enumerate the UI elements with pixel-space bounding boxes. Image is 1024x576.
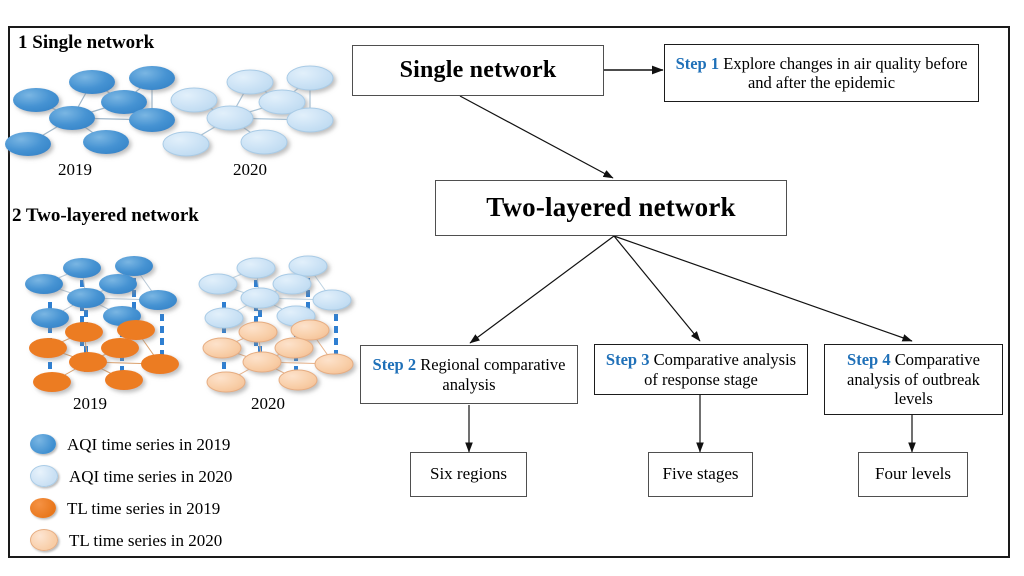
- box-single-network[interactable]: Single network: [352, 45, 604, 96]
- legend-item-aqi-2020: AQI time series in 2020: [30, 460, 232, 492]
- two-layered-network-2020-graph: [196, 250, 361, 398]
- step-1-label: Step 1: [675, 53, 720, 73]
- step-1-text: Explore changes in air quality before an…: [723, 53, 968, 92]
- result-four-levels-text: Four levels: [874, 464, 952, 484]
- legend-swatch-tl-2019: [30, 498, 56, 518]
- legend-item-tl-2020: TL time series in 2020: [30, 524, 232, 556]
- box-result-six-regions[interactable]: Six regions: [410, 452, 527, 497]
- step-3-label: Step 3: [605, 350, 650, 370]
- legend-label-tl-2020: TL time series in 2020: [69, 530, 223, 550]
- legend-swatch-aqi-2020: [30, 465, 58, 487]
- step-4-label: Step 4: [847, 350, 891, 370]
- box-step-2[interactable]: Step 2 Regional comparative analysis: [360, 345, 578, 404]
- box-step-3[interactable]: Step 3 Comparative analysis of response …: [594, 344, 808, 395]
- box-two-layered-network[interactable]: Two-layered network: [435, 180, 787, 236]
- box-two-layered-network-title: Two-layered network: [486, 192, 736, 223]
- legend-item-aqi-2019: AQI time series in 2019: [30, 428, 232, 460]
- two-layered-network-2019-graph: [22, 250, 187, 398]
- box-single-network-title: Single network: [399, 57, 557, 84]
- result-five-stages-text: Five stages: [662, 464, 739, 484]
- result-six-regions-text: Six regions: [430, 464, 507, 484]
- box-result-five-stages[interactable]: Five stages: [648, 452, 753, 497]
- box-step-1[interactable]: Step 1 Explore changes in air quality be…: [664, 44, 979, 102]
- year-label-layered-2020: 2020: [251, 394, 285, 413]
- legend-item-tl-2019: TL time series in 2019: [30, 492, 232, 524]
- step-2-text: Regional comparative analysis: [420, 355, 566, 394]
- legend-label-tl-2019: TL time series in 2019: [67, 498, 221, 518]
- legend-label-aqi-2020: AQI time series in 2020: [69, 466, 233, 486]
- step-2-label: Step 2: [372, 355, 417, 375]
- single-network-2019-graph: [5, 58, 184, 163]
- year-label-layered-2019: 2019: [73, 394, 107, 413]
- year-label-single-2019: 2019: [58, 160, 92, 179]
- year-label-single-2020: 2020: [233, 160, 267, 179]
- legend-swatch-aqi-2019: [30, 434, 56, 454]
- legend-swatch-tl-2020: [30, 529, 58, 551]
- legend-label-aqi-2019: AQI time series in 2019: [67, 434, 231, 454]
- box-step-4[interactable]: Step 4 Comparative analysis of outbreak …: [824, 344, 1003, 415]
- panel-title-two-layered-network: 2 Two-layered network: [12, 205, 199, 226]
- panel-title-single-network: 1 Single network: [18, 32, 155, 53]
- box-result-four-levels[interactable]: Four levels: [858, 452, 968, 497]
- single-network-2020-graph: [162, 58, 342, 163]
- step-3-text: Comparative analysis of response stage: [644, 350, 797, 389]
- legend: AQI time series in 2019 AQI time series …: [30, 428, 232, 556]
